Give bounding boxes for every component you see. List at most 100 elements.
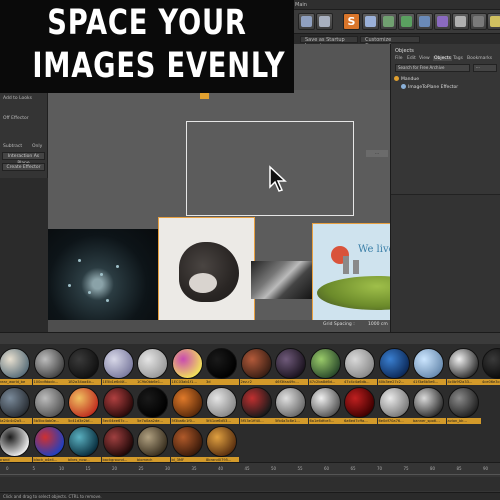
- material-thumbnail[interactable]: bl_3MF: [170, 426, 205, 464]
- material-label: 1C9b0bb6e1...: [136, 379, 170, 385]
- material-preview-ball: [0, 348, 30, 379]
- timeline-tick-label: 85: [456, 466, 462, 471]
- timeline-ruler[interactable]: 0 5 10 15 20 25 30 35 40 45 50 55 60 65 70 75 80 85 90: [0, 465, 500, 475]
- chimney-shape: [343, 256, 349, 274]
- tab-edit[interactable]: Edit: [407, 56, 416, 61]
- material-preview-ball: [275, 387, 306, 418]
- scale-tool-icon[interactable]: [316, 13, 333, 30]
- material-thumbnail[interactable]: biomech: [136, 426, 170, 464]
- material-thumbnail[interactable]: 100cdfdocb...: [32, 348, 67, 386]
- material-thumbnail[interactable]: 5b5bc4ab0e...: [32, 387, 67, 425]
- material-label: 46f3faa49c...: [274, 379, 308, 385]
- s-tool-icon[interactable]: S: [343, 13, 360, 30]
- material-thumbnail[interactable]: 1B2a34aa4b...: [67, 348, 101, 386]
- timeline[interactable]: 0 5 10 15 20 25 30 35 40 45 50 55 60 65 70 75 80 85 90: [0, 462, 500, 492]
- subtract-option[interactable]: Subtract: [3, 144, 22, 149]
- deformer-tool-icon[interactable]: [434, 13, 451, 30]
- tree-item-effector[interactable]: ImageToPlane Effector: [401, 84, 458, 90]
- material-thumbnail[interactable]: 5a24c4d2a5...: [0, 387, 32, 425]
- material-thumbnail[interactable]: 4ce06e3ce2...: [481, 348, 500, 386]
- material-label: 1EC03ab1f1...: [170, 379, 205, 385]
- material-label: 5e7a0aa2de...: [136, 418, 170, 424]
- material-thumbnail[interactable]: brand: [0, 426, 32, 464]
- material-thumbnail[interactable]: 5c41d3e2bf...: [67, 387, 101, 425]
- cube-tool-icon[interactable]: [362, 13, 379, 30]
- material-thumbnail[interactable]: 4c0b9f2a33...: [446, 348, 481, 386]
- material-thumbnail[interactable]: banner_spotl...: [412, 387, 446, 425]
- material-thumbnail[interactable]: 41f3a6b5e6...: [412, 348, 446, 386]
- add-to-looks-option[interactable]: Add to Looks: [3, 96, 32, 101]
- material-thumbnail[interactable]: black_a4e4...: [32, 426, 67, 464]
- material-thumbnail[interactable]: 1EC03ab1f1...: [170, 348, 205, 386]
- canvas-image-dark[interactable]: [48, 229, 158, 329]
- menu-item-main[interactable]: Main: [295, 2, 307, 8]
- material-label: 6a1e6dfce5...: [308, 418, 343, 424]
- interaction-as-plane-button[interactable]: Interaction As Plane: [2, 152, 45, 166]
- material-thumbnail[interactable]: 5f41ce6d53...: [205, 387, 239, 425]
- material-thumbnail[interactable]: 3d: [205, 348, 239, 386]
- viewport-marker: [200, 93, 209, 99]
- material-thumbnail[interactable]: 6e0df70a76...: [377, 387, 412, 425]
- material-thumbnail[interactable]: 1E5b1e6d4f...: [101, 348, 136, 386]
- material-label: 6e0df70a76...: [377, 418, 412, 424]
- material-thumbnail[interactable]: 6a1e6dfce5...: [308, 387, 343, 425]
- move-tool-icon[interactable]: [298, 13, 315, 30]
- material-label: 41f3a6b5e6...: [412, 379, 446, 385]
- create-effector-button[interactable]: Create Effector: [2, 163, 45, 171]
- material-preview-ball: [482, 348, 500, 379]
- material-preview-ball: [309, 387, 341, 418]
- pen-tool-icon[interactable]: [380, 13, 397, 30]
- material-label: 47c2ba8d6d...: [308, 379, 343, 385]
- material-thumbnail[interactable]: bikes_now...: [67, 426, 101, 464]
- material-preview-ball: [447, 387, 479, 418]
- material-thumbnail[interactable]: background...: [101, 426, 136, 464]
- material-thumbnail[interactable]: 47c4c4a6db...: [343, 348, 377, 386]
- material-thumbnail[interactable]: 8brand0795...: [205, 426, 239, 464]
- timeline-track[interactable]: [0, 477, 500, 491]
- material-thumbnail[interactable]: 40b3ee27c2...: [377, 348, 412, 386]
- material-thumbnail[interactable]: 5ec04ee67c...: [101, 387, 136, 425]
- tab-tags[interactable]: Tags: [453, 56, 463, 61]
- material-label: 1E5b1e6d4f...: [101, 379, 136, 385]
- material-thumbnail[interactable]: 5fb4a3c8e1...: [274, 387, 308, 425]
- timeline-tick-label: 5: [32, 466, 36, 471]
- subdivision-tool-icon[interactable]: [398, 13, 415, 30]
- material-thumbnail[interactable]: 2ez-r2: [239, 348, 274, 386]
- material-thumbnail[interactable]: 46f3faa49c...: [274, 348, 308, 386]
- timeline-tick-label: 0: [6, 466, 9, 471]
- search-input[interactable]: Search for Free Archive: [395, 64, 470, 72]
- mouse-cursor-icon: [269, 165, 287, 192]
- customize-commands-tab[interactable]: Customize Commands...: [360, 36, 420, 49]
- grid-spacing-value: 1000 cm: [368, 322, 388, 327]
- material-preview-ball: [240, 387, 272, 418]
- material-thumbnail[interactable]: 5e7a0aa2de...: [136, 387, 170, 425]
- timeline-tick-label: 80: [430, 466, 436, 471]
- array-tool-icon[interactable]: [416, 13, 433, 30]
- off-effector-option[interactable]: Off Effector: [3, 116, 29, 121]
- material-preview-ball: [33, 387, 65, 418]
- tab-bookmarks[interactable]: Bookmarks: [467, 56, 492, 61]
- material-thumbnail[interactable]: hear_world_be: [0, 348, 32, 386]
- save-startup-layout-tab[interactable]: Save as Startup Layout: [300, 36, 358, 49]
- tab-file[interactable]: File: [395, 56, 403, 61]
- material-thumbnail[interactable]: 5f3ba6c1f0...: [170, 387, 205, 425]
- material-thumbnail[interactable]: 1C9b0bb6e1...: [136, 348, 170, 386]
- viewport-option-button[interactable]: ···: [366, 150, 388, 157]
- tree-item-mandue[interactable]: Mandue: [394, 76, 419, 82]
- material-thumbnail[interactable]: 5f53e1ff40...: [239, 387, 274, 425]
- filter-button[interactable]: ···: [473, 64, 497, 72]
- material-thumbnail[interactable]: avion_bk...: [446, 387, 481, 425]
- light-tool-icon[interactable]: [487, 13, 500, 30]
- material-thumbnail[interactable]: 6a6ed7cffa...: [343, 387, 377, 425]
- headline-line-2: IMAGES EVENLY: [32, 46, 286, 86]
- floor-tool-icon[interactable]: [452, 13, 469, 30]
- tab-view[interactable]: View: [419, 56, 430, 61]
- material-thumbnail[interactable]: 47c2ba8d6d...: [308, 348, 343, 386]
- material-label: 6a6ed7cffa...: [343, 418, 377, 424]
- canvas-image-metal[interactable]: [251, 261, 314, 299]
- camera-tool-icon[interactable]: [470, 13, 487, 30]
- material-shelf-header: [0, 332, 500, 344]
- only-option[interactable]: Only: [32, 144, 42, 149]
- material-label: 100cdfdocb...: [32, 379, 67, 385]
- tab-objects[interactable]: Objects: [433, 56, 453, 61]
